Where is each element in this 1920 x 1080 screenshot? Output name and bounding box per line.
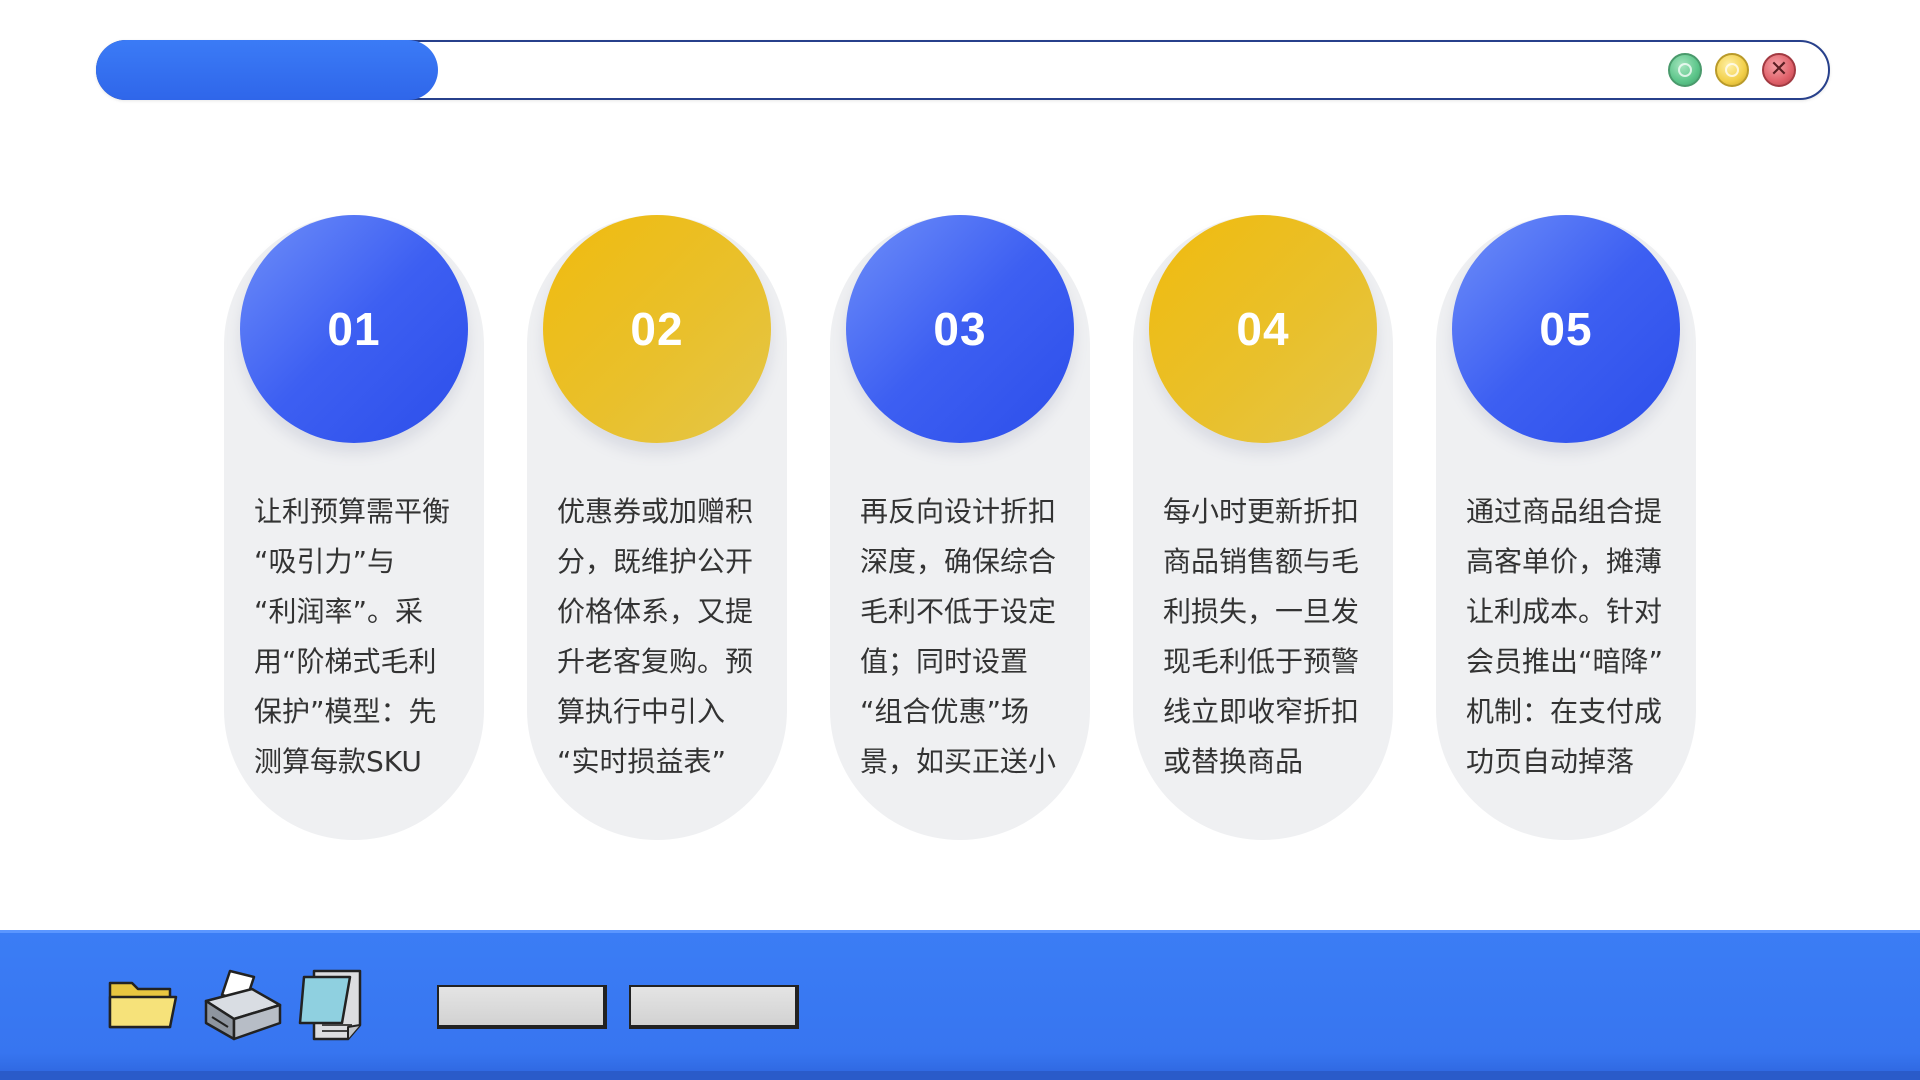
step-description: 再反向设计折扣 深度，确保综合 毛利不低于设定 值；同时设置 “组合优惠”场 景…	[860, 495, 1057, 778]
minimize-icon	[1678, 63, 1692, 77]
step-number: 01	[327, 303, 381, 355]
slide: ✕ 01 让利预算需平衡 “吸引力”与 “利润率”。采 用“阶梯式毛利 保护”模…	[0, 0, 1920, 1080]
taskbar	[0, 930, 1920, 1080]
step-card-2: 02 优惠券或加赠积 分，既维护公开 价格体系，又提 升老客复购。预 算执行中引…	[527, 215, 787, 840]
close-icon: ✕	[1769, 57, 1789, 82]
step-card-4: 04 每小时更新折扣 商品销售额与毛 利损失，一旦发 现毛利低于预警 线立即收窄…	[1133, 215, 1393, 840]
maximize-icon	[1725, 63, 1739, 77]
step-number: 05	[1539, 303, 1593, 355]
step-badge: 04	[1149, 215, 1377, 443]
minimize-button[interactable]	[1668, 53, 1702, 87]
taskbar-button-2[interactable]	[629, 985, 799, 1029]
printer-icon[interactable]	[200, 967, 284, 1047]
step-badge: 05	[1452, 215, 1680, 443]
step-badge: 02	[543, 215, 771, 443]
window-title-bar: ✕	[96, 40, 1830, 100]
taskbar-bottom-edge	[0, 1071, 1920, 1080]
step-card-5: 05 通过商品组合提 高客单价，摊薄 让利成本。针对 会员推出“暗降” 机制：在…	[1436, 215, 1696, 840]
taskbar-button-1[interactable]	[437, 985, 607, 1029]
step-description: 通过商品组合提 高客单价，摊薄 让利成本。针对 会员推出“暗降” 机制：在支付成…	[1466, 495, 1664, 778]
title-bar-highlight	[96, 40, 438, 100]
notepad-icon[interactable]	[298, 967, 368, 1047]
step-number: 02	[630, 303, 684, 355]
folder-icon[interactable]	[106, 973, 180, 1039]
step-badge: 01	[240, 215, 468, 443]
step-number: 03	[933, 303, 987, 355]
step-number: 04	[1236, 303, 1290, 355]
close-button[interactable]: ✕	[1762, 53, 1796, 87]
maximize-button[interactable]	[1715, 53, 1749, 87]
step-card-3: 03 再反向设计折扣 深度，确保综合 毛利不低于设定 值；同时设置 “组合优惠”…	[830, 215, 1090, 840]
step-description: 每小时更新折扣 商品销售额与毛 利损失，一旦发 现毛利低于预警 线立即收窄折扣 …	[1163, 495, 1360, 778]
step-description: 让利预算需平衡 “吸引力”与 “利润率”。采 用“阶梯式毛利 保护”模型：先 测…	[254, 495, 451, 778]
step-description: 优惠券或加赠积 分，既维护公开 价格体系，又提 升老客复购。预 算执行中引入 “…	[557, 495, 754, 778]
step-card-1: 01 让利预算需平衡 “吸引力”与 “利润率”。采 用“阶梯式毛利 保护”模型：…	[224, 215, 484, 840]
step-badge: 03	[846, 215, 1074, 443]
